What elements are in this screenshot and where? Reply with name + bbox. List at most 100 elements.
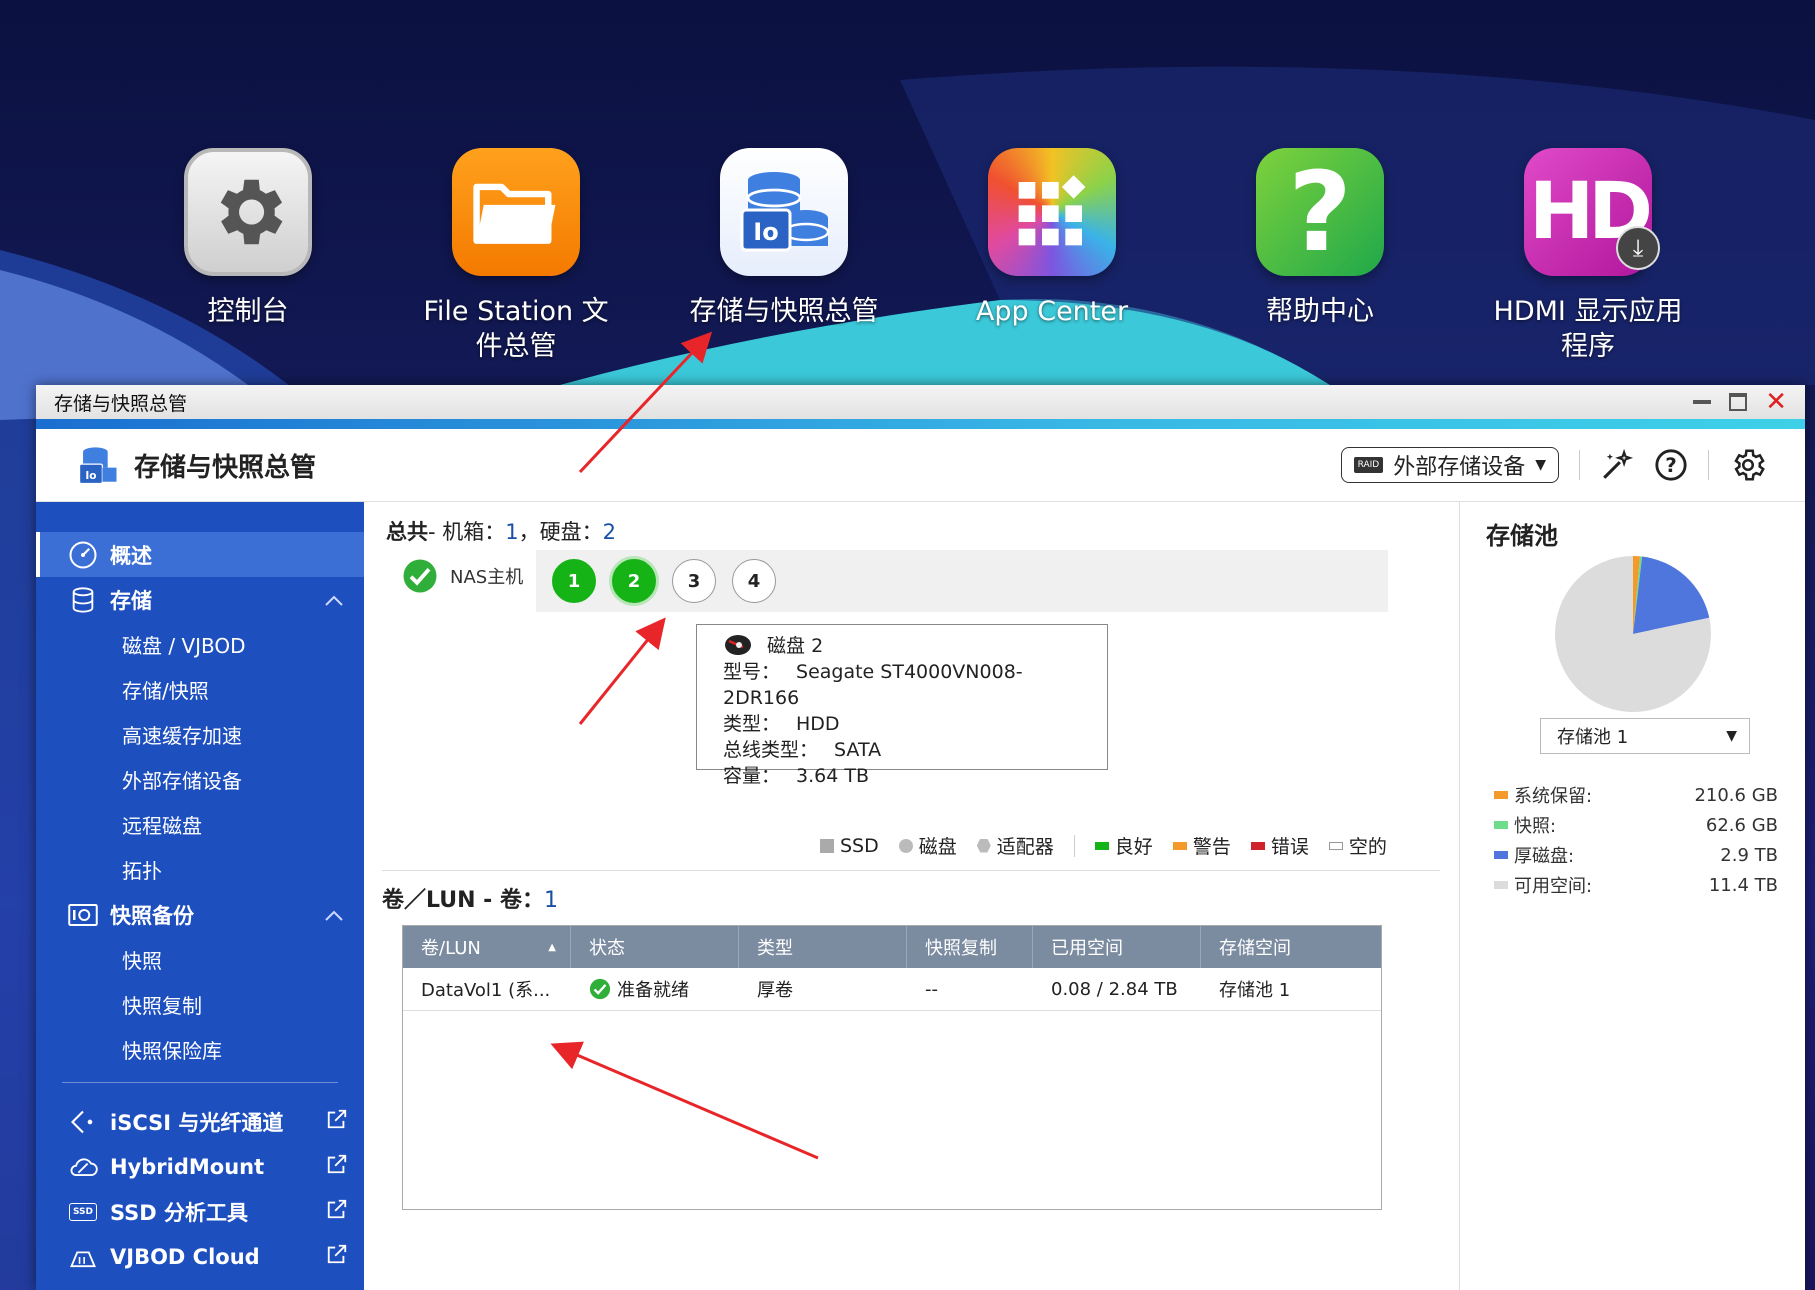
window-title: 存储与快照总管 [54,392,188,415]
sidebar-item-storage[interactable]: 存储 [36,577,364,622]
disk-legend: SSD 磁盘 适配器 良好 警告 错误 空的 [820,832,1387,859]
cloud-icon [66,1152,100,1182]
tooltip-capacity: 3.64 TB [796,765,870,787]
sidebar-item-vjbod-cloud[interactable]: VJBOD Cloud [36,1234,364,1279]
sidebar-item-snapshot-vault[interactable]: 快照保险库 [36,1027,364,1072]
summary-enclosure-label: - 机箱： [428,520,506,544]
sidebar-item-topology[interactable]: 拓扑 [36,847,364,892]
legend-empty: 空的 [1328,832,1387,859]
app-grid-icon [1018,175,1086,246]
svg-text:?: ? [1665,454,1677,477]
sidebar-item-storage-snapshot[interactable]: 存储/快照 [36,667,364,712]
caret-down-icon: ▼ [1726,728,1737,744]
desktop-icon-storage-manager[interactable]: Io 存储与快照总管 [664,148,904,329]
tooltip-capacity-label: 容量： [723,765,781,787]
sidebar-item-snapshot-backup[interactable]: 快照备份 [36,892,364,937]
sidebar-item-external-storage[interactable]: 外部存储设备 [36,757,364,802]
close-icon[interactable]: ✕ [1765,389,1787,415]
desktop-icon-hdmi-display[interactable]: HD ⤓ HDMI 显示应用程序 [1468,148,1708,364]
tooltip-title: 磁盘 2 [767,635,824,657]
desktop-icon-label: 存储与快照总管 [689,296,879,327]
desktop-icon-label: 帮助中心 [1266,296,1374,327]
desktop-icon-help-center[interactable]: ? 帮助中心 [1200,148,1440,329]
header-separator [1579,450,1580,480]
settings-icon[interactable] [1729,446,1767,484]
summary-disk-count: 2 [602,520,617,544]
summary-total-label: 总共 [386,520,428,544]
sidebar-item-snapshots[interactable]: 快照 [36,937,364,982]
external-link-icon[interactable] [326,1153,348,1180]
external-storage-dropdown[interactable]: RAID 外部存储设备 ▼ [1340,447,1559,483]
disk-slot-2[interactable]: 2 [612,559,656,603]
sort-asc-icon: ▲ [548,941,556,953]
desktop-icon-app-center[interactable]: App Center [932,148,1172,329]
table-row[interactable]: DataVol1 (系... 准备就绪 厚卷 -- 0.08 / 2.84 TB… [403,968,1381,1011]
window-titlebar[interactable]: 存储与快照总管 ✕ [36,385,1805,419]
legend-separator [1073,834,1075,857]
hdd-icon [725,635,751,655]
sidebar-item-iscsi[interactable]: iSCSI 与光纤通道 [36,1099,364,1144]
accent-bar [36,419,1805,429]
magic-wand-icon[interactable] [1600,448,1634,482]
sidebar-item-label: SSD 分析工具 [110,1200,249,1225]
sidebar-item-label: HybridMount [110,1154,265,1179]
summary-disk-label: ，硬盘： [518,520,603,544]
sidebar-item-overview[interactable]: 概述 [36,532,364,577]
sidebar-item-label: 概述 [110,543,152,568]
chevron-up-icon[interactable] [324,588,344,612]
ssd-badge: SSD [68,1202,98,1221]
external-storage-label: 外部存储设备 [1393,455,1526,480]
help-icon: ? [1288,148,1352,276]
folder-icon [473,183,556,244]
sidebar-item-remote-disk[interactable]: 远程磁盘 [36,802,364,847]
disk-slot-4[interactable]: 4 [732,559,776,603]
desktop-icon-control-panel[interactable]: 控制台 [128,148,368,329]
sidebar-item-snapshot-replica[interactable]: 快照复制 [36,982,364,1027]
cell-type: 厚卷 [757,980,793,1001]
camera-icon [66,900,100,930]
storage-icon: Io [740,172,830,252]
desktop-icon-file-station[interactable]: File Station 文件总管 [396,148,636,364]
legend-warning: 警告 [1172,832,1231,859]
check-circle-icon [589,978,611,1000]
sidebar-item-disks[interactable]: 磁盘 / VJBOD [36,622,364,667]
caret-down-icon: ▼ [1535,457,1546,473]
external-link-icon[interactable] [326,1108,348,1135]
sidebar-item-cache-acceleration[interactable]: 高速缓存加速 [36,712,364,757]
sidebar-item-hybridmount[interactable]: HybridMount [36,1144,364,1189]
legend-adapter: 适配器 [976,832,1054,859]
storage-manager-window: 存储与快照总管 ✕ Io 存储与快照总管 RAID 外部存储设备 ▼ ? 概述 … [36,385,1805,1290]
raid-icon: RAID [1353,457,1384,473]
iscsi-icon [66,1107,100,1137]
tooltip-type: HDD [796,713,840,735]
cell-volume-name: DataVol1 (系... [421,980,551,1001]
disk-slot-1[interactable]: 1 [552,559,596,603]
col-header-snapshot-replica[interactable]: 快照复制 [907,926,1033,968]
col-header-type[interactable]: 类型 [739,926,907,968]
nas-host[interactable]: NAS主机 [402,558,523,594]
minimize-icon[interactable] [1693,400,1712,404]
maximize-icon[interactable] [1729,393,1748,411]
col-header-status[interactable]: 状态 [571,926,739,968]
chevron-up-icon[interactable] [324,903,344,927]
storage-pool-select[interactable]: 存储池 1 ▼ [1540,718,1750,754]
stat-free-space: 可用空间: 11.4 TB [1494,870,1778,900]
sidebar-item-ssd-tool[interactable]: SSD SSD 分析工具 [36,1189,364,1234]
legend-good: 良好 [1094,832,1153,859]
disk-slot-3[interactable]: 3 [672,559,716,603]
database-icon [66,585,100,615]
col-header-storage-space[interactable]: 存储空间 [1201,926,1381,968]
external-link-icon[interactable] [326,1243,348,1270]
storage-pool-selected: 存储池 1 [1557,727,1629,748]
help-circle-icon[interactable]: ? [1654,448,1688,482]
col-header-used-space[interactable]: 已用空间 [1033,926,1201,968]
col-header-volume[interactable]: 卷/LUN ▲ [403,926,571,968]
external-link-icon[interactable] [326,1198,348,1225]
storage-pool-pie-chart [1555,556,1711,712]
stat-swatch [1494,881,1508,889]
desktop-icon-label: HDMI 显示应用程序 [1493,296,1683,362]
cell-storage-pool: 存储池 1 [1219,980,1291,1001]
stat-swatch [1494,851,1508,859]
desktop-icon-label: 控制台 [207,296,289,327]
tooltip-model-label: 型号： [723,661,781,683]
